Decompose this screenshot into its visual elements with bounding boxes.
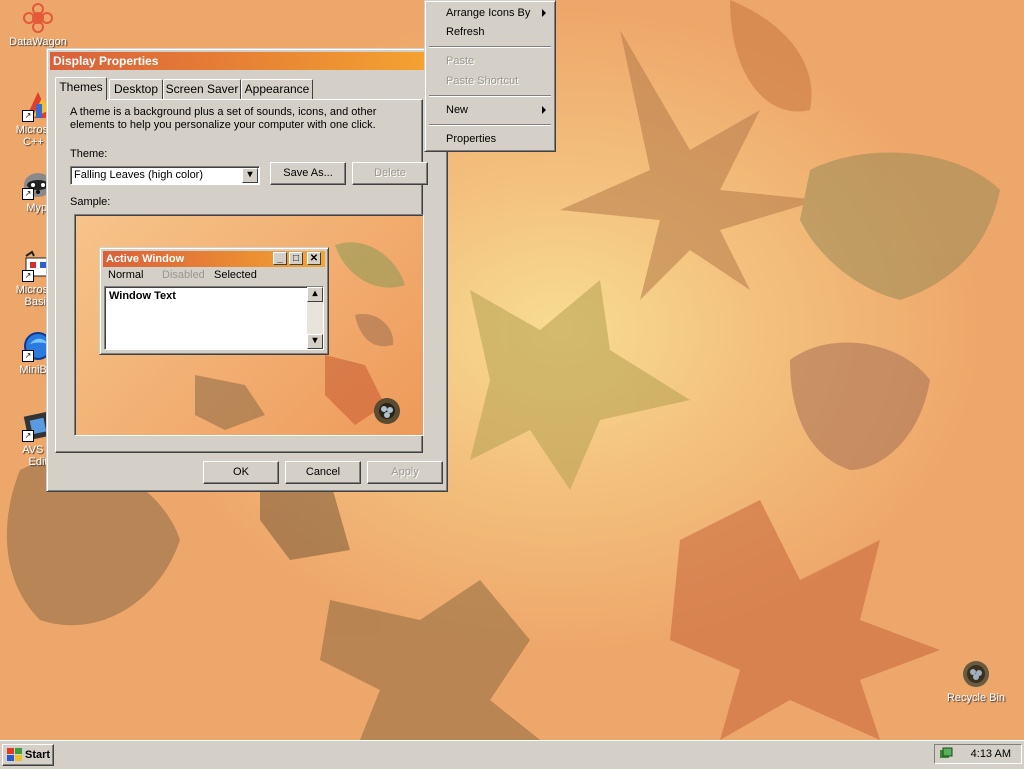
submenu-arrow-icon <box>542 9 546 17</box>
theme-select-value: Falling Leaves (high color) <box>74 169 204 181</box>
tab-screen-saver[interactable]: Screen Saver <box>163 79 241 99</box>
desktop-icon-label: Recycle Bin <box>946 692 1006 704</box>
menu-item-refresh[interactable]: Refresh <box>428 23 552 41</box>
shortcut-arrow-icon: ↗ <box>22 110 34 122</box>
apply-button[interactable]: Apply <box>367 461 443 484</box>
scroll-up-icon: ▴ <box>307 287 323 302</box>
sample-titlebar: Active Window _ □ ✕ <box>103 251 325 267</box>
sample-scrollbar: ▴ ▾ <box>307 287 323 349</box>
scroll-down-icon: ▾ <box>307 334 323 349</box>
desktop-icon-label: DataWagon <box>9 36 67 48</box>
close-icon: ✕ <box>307 252 321 265</box>
ok-button[interactable]: OK <box>203 461 279 484</box>
sample-active-window: Active Window _ □ ✕ Normal Disabled Sele… <box>99 247 329 355</box>
minimize-icon: _ <box>273 252 287 265</box>
theme-description: A theme is a background plus a set of so… <box>70 106 377 131</box>
theme-label: Theme: <box>70 148 108 160</box>
system-tray: 4:13 AM <box>934 744 1022 764</box>
display-properties-window[interactable]: Display Properties ? Themes Desktop Scre… <box>46 48 448 492</box>
menu-item-properties[interactable]: Properties <box>428 130 552 148</box>
theme-select[interactable]: Falling Leaves (high color) ▾ <box>70 166 260 185</box>
menu-separator <box>429 124 551 126</box>
sample-text-area: Window Text ▴ ▾ <box>104 286 324 350</box>
delete-button[interactable]: Delete <box>352 162 428 185</box>
clock[interactable]: 4:13 AM <box>971 748 1011 760</box>
tab-themes[interactable]: Themes <box>55 77 107 100</box>
menu-item-arrange-icons[interactable]: Arrange Icons By <box>428 4 552 22</box>
menu-item-paste[interactable]: Paste <box>428 52 552 70</box>
desktop-icon-recycle-bin[interactable]: Recycle Bin <box>938 658 1014 704</box>
cancel-button[interactable]: Cancel <box>285 461 361 484</box>
shortcut-arrow-icon: ↗ <box>22 188 34 200</box>
desktop-context-menu: Arrange Icons By Refresh Paste Paste Sho… <box>424 0 556 152</box>
shortcut-arrow-icon: ↗ <box>22 430 34 442</box>
submenu-arrow-icon <box>542 106 546 114</box>
sample-label: Sample: <box>70 196 111 208</box>
maximize-icon: □ <box>289 252 303 265</box>
shortcut-arrow-icon: ↗ <box>22 350 34 362</box>
window-title: Display Properties <box>53 54 159 68</box>
windows-logo-icon <box>7 748 22 761</box>
tab-desktop[interactable]: Desktop <box>109 79 163 99</box>
tray-network-icon[interactable] <box>939 747 953 761</box>
theme-sample-preview: Active Window _ □ ✕ Normal Disabled Sele… <box>74 214 424 436</box>
menu-item-paste-shortcut[interactable]: Paste Shortcut <box>428 72 552 90</box>
menu-separator <box>429 46 551 48</box>
start-button[interactable]: Start <box>2 744 54 766</box>
tab-appearance[interactable]: Appearance <box>241 79 313 99</box>
tab-strip: Themes Desktop Screen Saver Appearance <box>55 77 435 101</box>
menu-separator <box>429 95 551 97</box>
recycle-bin-icon <box>960 658 992 690</box>
window-titlebar[interactable]: Display Properties ? <box>50 52 444 70</box>
shortcut-arrow-icon: ↗ <box>22 270 34 282</box>
sample-window-text: Window Text <box>109 290 176 302</box>
sample-menu-disabled: Disabled <box>162 269 205 281</box>
chevron-down-icon[interactable]: ▾ <box>242 168 258 183</box>
datawagon-flower-icon <box>22 2 54 34</box>
sample-menu-normal: Normal <box>108 269 144 281</box>
save-as-button[interactable]: Save As... <box>270 162 346 185</box>
themes-panel: A theme is a background plus a set of so… <box>55 99 428 453</box>
menu-item-new[interactable]: New <box>428 101 552 119</box>
desktop-icon-datawagon[interactable]: DataWagon <box>0 2 76 48</box>
taskbar: Start 4:13 AM <box>0 740 1024 769</box>
sample-menu-selected: Selected <box>214 269 257 281</box>
